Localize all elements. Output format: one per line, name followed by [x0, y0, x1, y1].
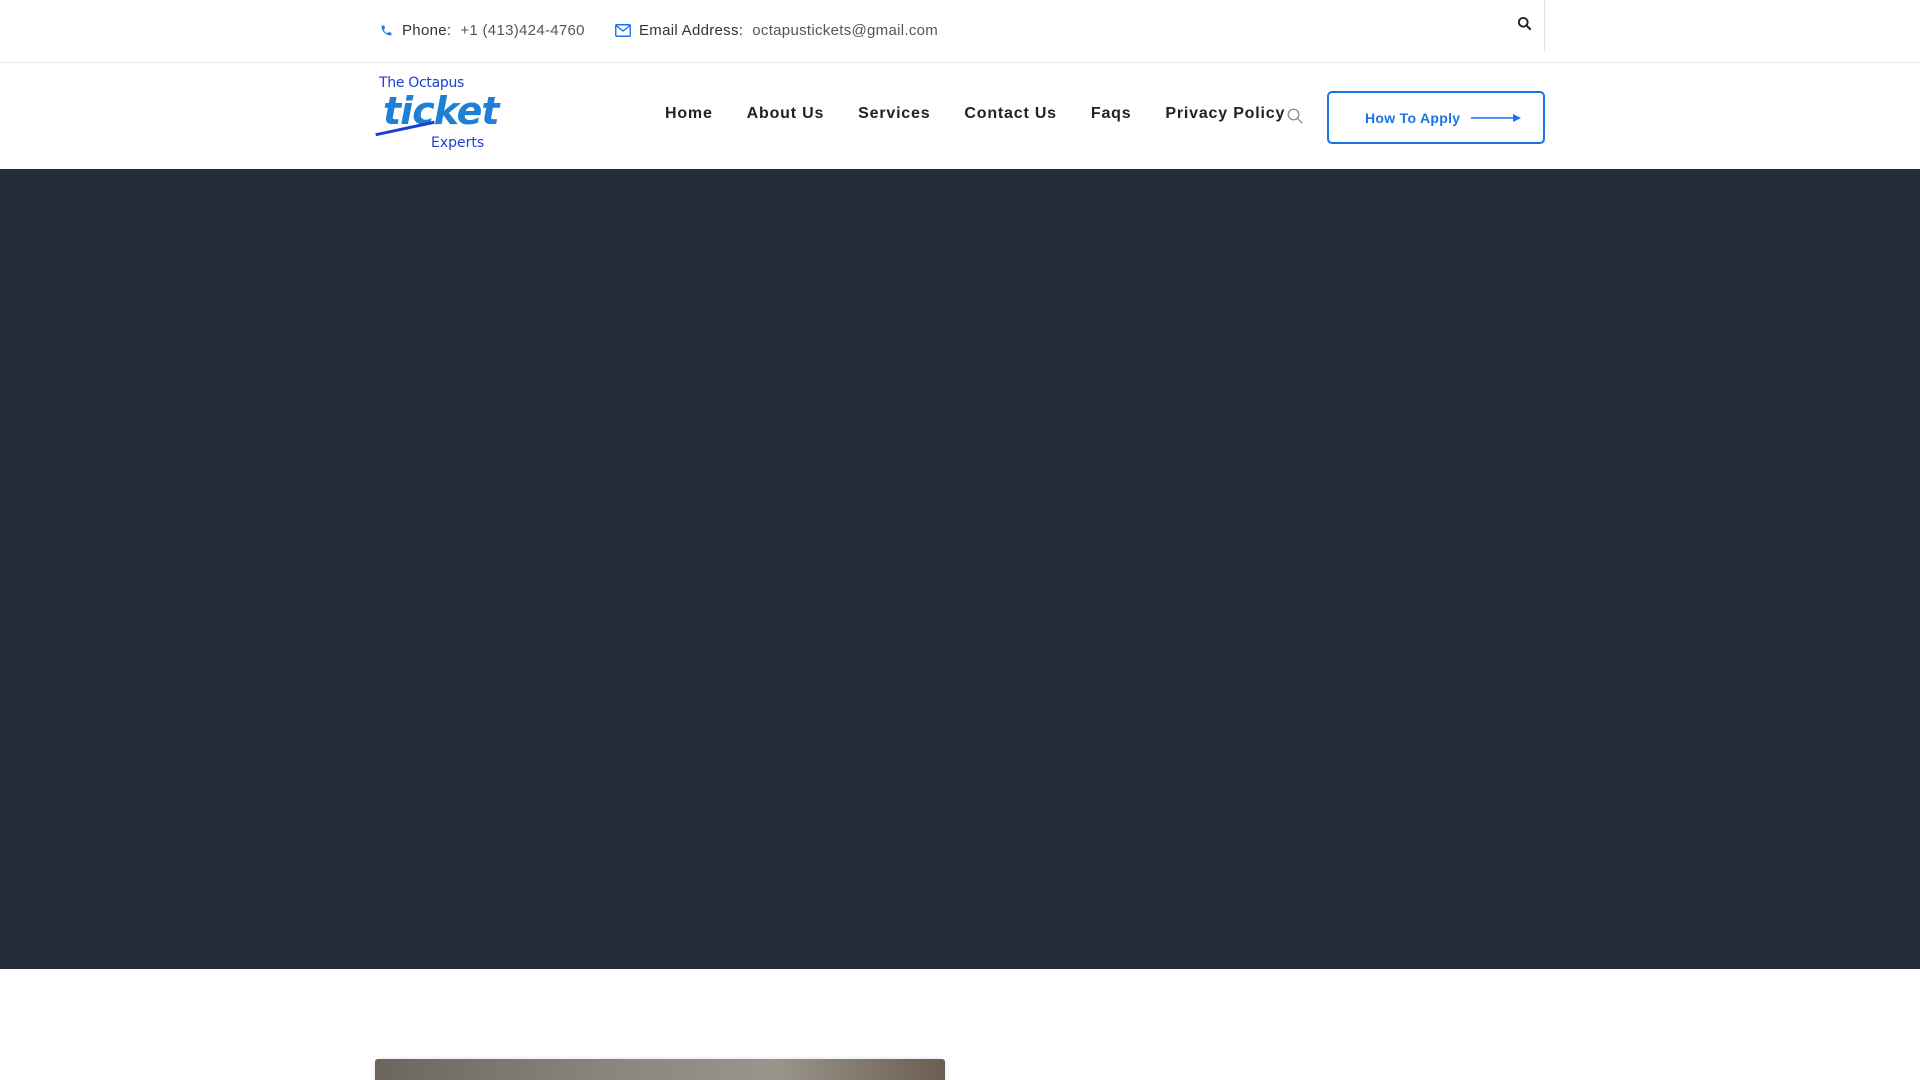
email-contact: Email Address: octapustickets@gmail.com: [615, 22, 938, 39]
phone-label: Phone:: [402, 22, 452, 39]
phone-icon: [378, 23, 394, 39]
envelope-icon: [615, 23, 631, 39]
site-logo[interactable]: The Octapus ticket Experts: [375, 73, 500, 157]
phone-number[interactable]: +1 (413)424-4760: [460, 22, 584, 39]
email-address[interactable]: octapustickets@gmail.com: [752, 22, 938, 39]
logo-line-3: Experts: [431, 135, 485, 151]
logo-line-2: ticket: [383, 89, 500, 133]
email-label: Email Address:: [639, 22, 744, 39]
nav-item-home[interactable]: Home: [665, 105, 713, 123]
main-header: The Octapus ticket Experts Home About Us…: [0, 63, 1920, 169]
main-nav: Home About Us Services Contact Us Faqs P…: [665, 105, 1319, 123]
nav-item-contact-us[interactable]: Contact Us: [964, 105, 1056, 123]
nav-search-button[interactable]: [1286, 107, 1306, 127]
search-icon: [1517, 16, 1532, 36]
about-image: [375, 1059, 945, 1080]
nav-item-privacy-policy[interactable]: Privacy Policy: [1165, 105, 1285, 123]
how-to-apply-button[interactable]: How To Apply: [1327, 91, 1545, 144]
arrow-right-icon: [1470, 113, 1522, 123]
top-search-button[interactable]: [1505, 0, 1545, 52]
phone-contact: Phone: +1 (413)424-4760: [378, 22, 585, 39]
search-icon: [1286, 108, 1304, 129]
how-to-apply-label: How To Apply: [1365, 109, 1461, 126]
nav-item-services[interactable]: Services: [858, 105, 930, 123]
hero-banner: [0, 169, 1920, 969]
nav-item-about-us[interactable]: About Us: [747, 105, 825, 123]
nav-item-faqs[interactable]: Faqs: [1091, 105, 1132, 123]
top-bar-inner: Phone: +1 (413)424-4760 Email Address: o…: [375, 0, 1545, 63]
top-bar: Phone: +1 (413)424-4760 Email Address: o…: [0, 0, 1920, 63]
